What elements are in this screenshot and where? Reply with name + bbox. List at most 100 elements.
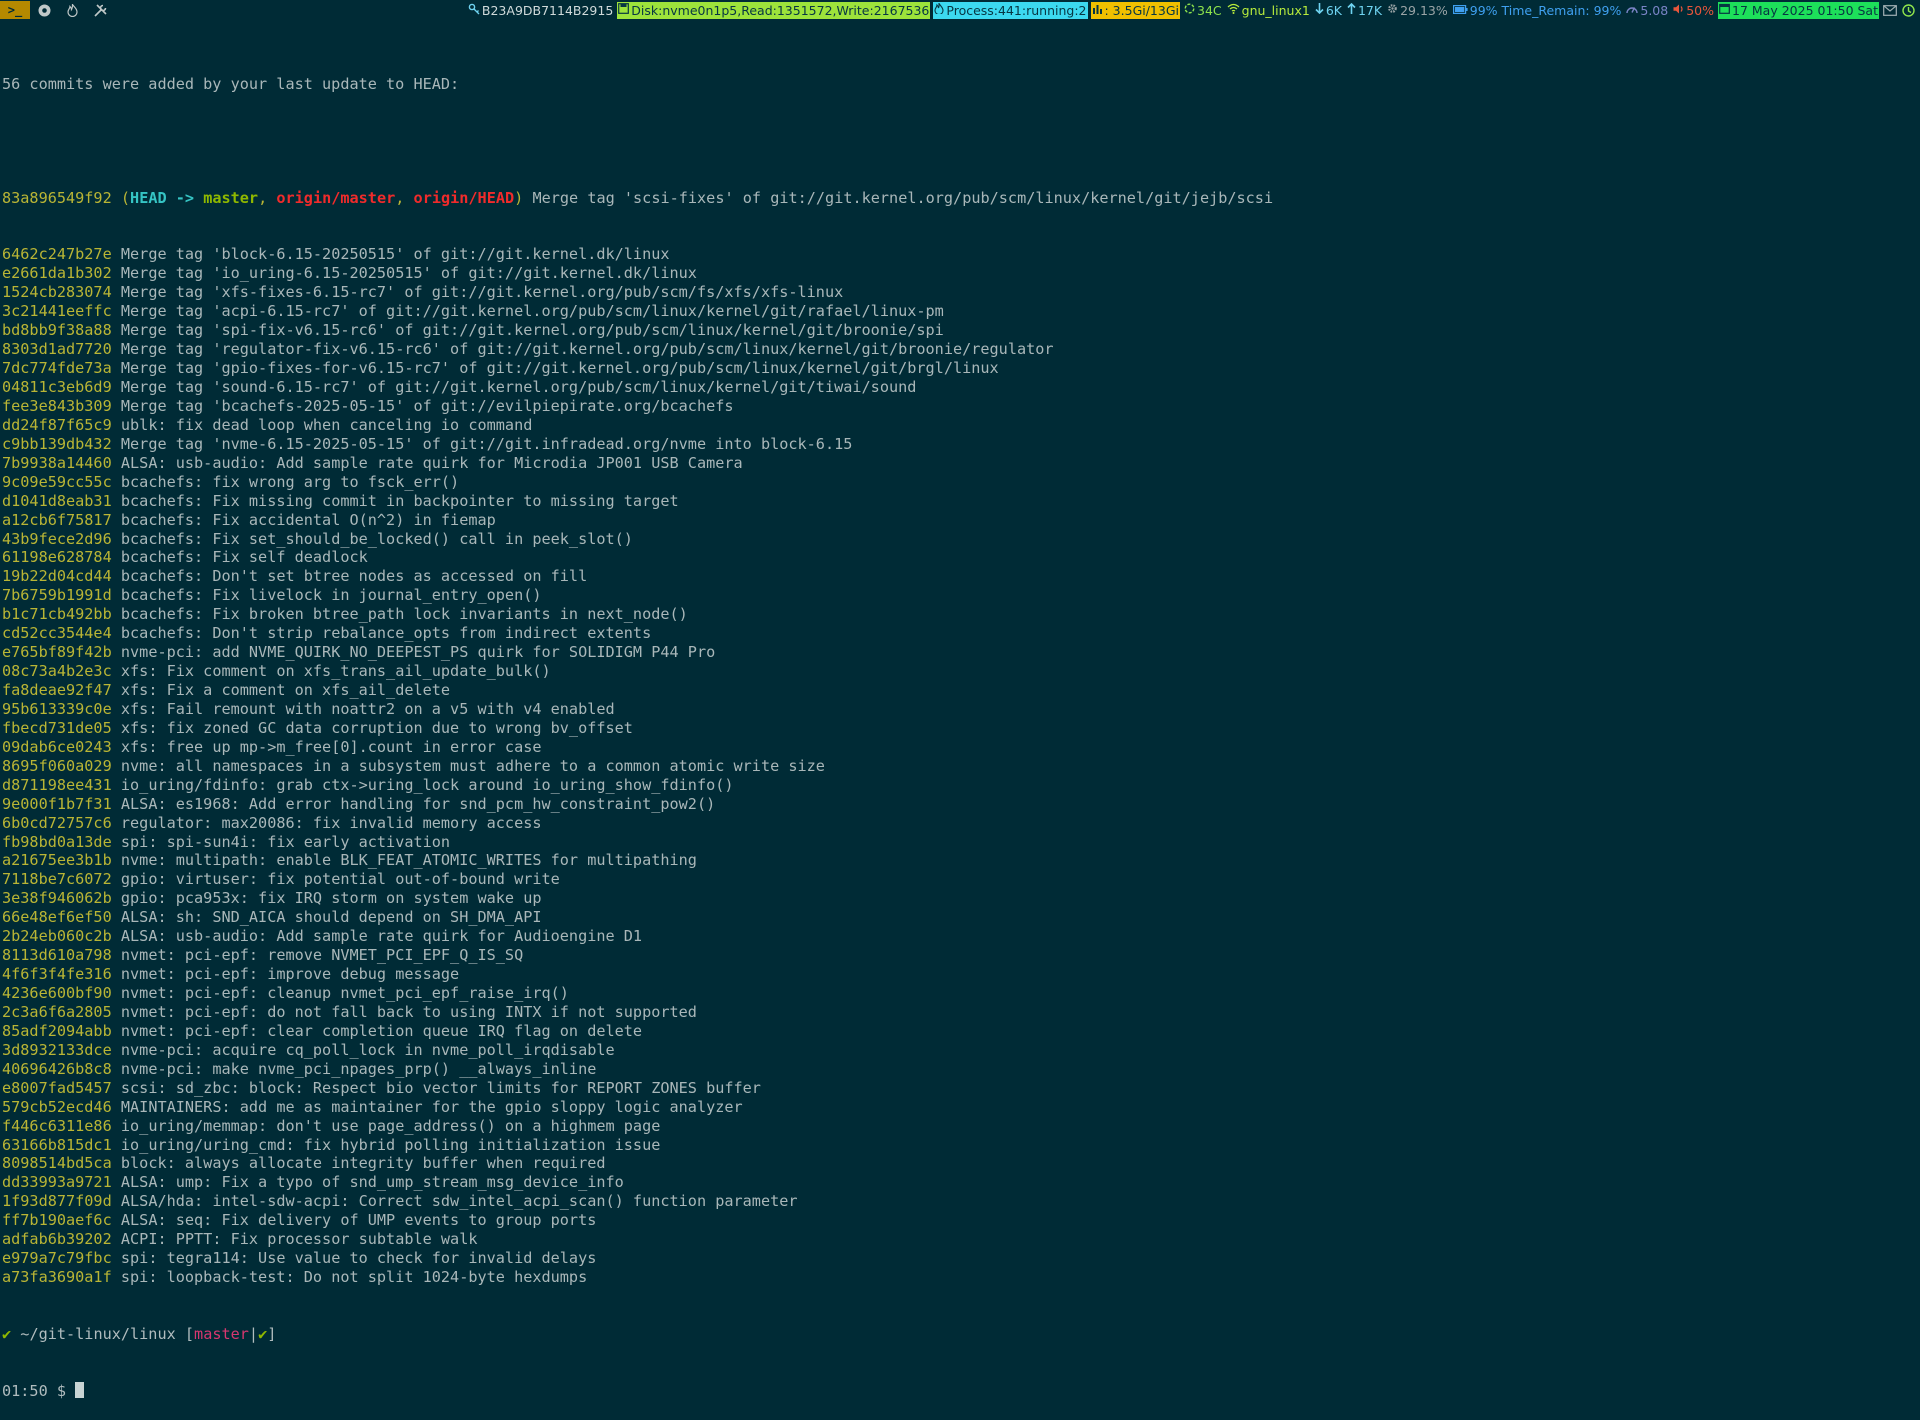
commit-line-head: 83a896549f92 (HEAD -> master, origin/mas… [2, 189, 1912, 208]
commit-hash: 6b0cd72757c6 [2, 813, 112, 832]
terminal-output[interactable]: 56 commits were added by your last updat… [2, 37, 1912, 1420]
commit-line: d1041d8eab31 bcachefs: Fix missing commi… [2, 492, 1912, 511]
commit-message: Merge tag 'xfs-fixes-6.15-rc7' of git://… [120, 283, 844, 302]
commit-hash: dd33993a9721 [2, 1173, 112, 1192]
terminal-icon[interactable]: >_ [0, 1, 30, 19]
commit-line: 63166b815dc1 io_uring/uring_cmd: fix hyb… [2, 1136, 1912, 1155]
commit-message: Merge tag 'io_uring-6.15-20250515' of gi… [120, 264, 697, 283]
commit-line: 1f93d877f09d ALSA/hda: intel-sdw-acpi: C… [2, 1192, 1912, 1211]
commit-message: Merge tag 'acpi-6.15-rc7' of git://git.k… [120, 302, 944, 321]
commit-message: xfs: Fix a comment on xfs_ail_delete [120, 681, 451, 699]
commit-line: adfab6b39202 ACPI: PPTT: Fix processor s… [2, 1230, 1912, 1249]
datetime: 17 May 2025 01:50 Sat [1732, 2, 1878, 18]
commit-hash: e765bf89f42b [2, 643, 112, 662]
commit-hash: 6462c247b27e [2, 245, 112, 264]
commit-message: nvmet: pci-epf: do not fall back to usin… [120, 1002, 697, 1021]
battery-icon [1452, 3, 1468, 17]
commit-message: Merge tag 'nvme-6.15-2025-05-15' of git:… [120, 434, 853, 453]
commit-message: bcachefs: Fix missing commit in backpoin… [120, 491, 679, 510]
commit-message: bcachefs: Fix livelock in journal_entry_… [120, 586, 542, 605]
commit-line: bd8bb9f38a88 Merge tag 'spi-fix-v6.15-rc… [2, 321, 1912, 340]
datetime-segment[interactable]: 17 May 2025 01:50 Sat [1718, 1, 1879, 19]
commit-line: 6b0cd72757c6 regulator: max20086: fix in… [2, 814, 1912, 833]
commit-hash: 8303d1ad7720 [2, 340, 112, 359]
commit-message: regulator: max20086: fix invalid memory … [120, 813, 542, 832]
commit-line: 85adf2094abb nvmet: pci-epf: clear compl… [2, 1022, 1912, 1041]
system-tray-icon[interactable] [1901, 2, 1916, 19]
commit-line: dd33993a9721 ALSA: ump: Fix a typo of sn… [2, 1173, 1912, 1192]
commit-hash: e979a7c79fbc [2, 1249, 112, 1268]
commit-message: nvmet: pci-epf: remove NVMET_PCI_EPF_Q_I… [120, 946, 524, 965]
commit-line: a21675ee3b1b nvme: multipath: enable BLK… [2, 851, 1912, 870]
mail-icon[interactable] [1882, 2, 1898, 19]
commit-message: Merge tag 'gpio-fixes-for-v6.15-rc7' of … [120, 359, 999, 378]
commit-hash: 8113d610a798 [2, 946, 112, 965]
ref-sep: , [258, 188, 277, 207]
flame-icon[interactable] [58, 3, 86, 17]
commit-hash: fb98bd0a13de [2, 832, 112, 851]
commit-line: fa8deae92f47 xfs: Fix a comment on xfs_a… [2, 681, 1912, 700]
commit-hash: 7b6759b1991d [2, 586, 112, 605]
volume-segment[interactable]: 50% [1672, 2, 1715, 19]
commit-message: ublk: fix dead loop when canceling io co… [120, 415, 533, 434]
prompt-time: 01:50 [2, 1381, 48, 1400]
shell-input-line[interactable]: 01:50 $ [2, 1381, 1912, 1401]
commit-line: 9c09e59cc55c bcachefs: fix wrong arg to … [2, 473, 1912, 492]
commit-hash: a12cb6f75817 [2, 510, 112, 529]
battery-segment: 99% Time_Remain: 99% [1452, 2, 1623, 19]
disk-segment: Disk:nvme0n1p5,Read:1351572,Write:216753… [617, 1, 931, 19]
load-average: 5.08 [1640, 2, 1669, 18]
commit-message: bcachefs: Don't set btree nodes as acces… [120, 567, 588, 586]
memory-stats: : 3.5Gi/13Gi [1104, 2, 1180, 18]
commit-message: nvme: all namespaces in a subsystem must… [120, 756, 825, 775]
commit-message: xfs: free up mp->m_free[0].count in erro… [120, 737, 542, 756]
process-stats: Process:441:running:2 [946, 2, 1087, 18]
tools-icon[interactable] [86, 3, 114, 17]
commit-hash: 1524cb283074 [2, 283, 112, 302]
commit-message: scsi: sd_zbc: block: Respect bio vector … [120, 1078, 761, 1097]
commit-line: 6462c247b27e Merge tag 'block-6.15-20250… [2, 245, 1912, 264]
commit-line: f446c6311e86 io_uring/memmap: don't use … [2, 1117, 1912, 1136]
commit-line: e765bf89f42b nvme-pci: add NVME_QUIRK_NO… [2, 643, 1912, 662]
system-id-segment: B23A9DB7114B2915 [467, 2, 614, 19]
process-segment: Process:441:running:2 [933, 1, 1088, 19]
ref-head: HEAD [130, 188, 167, 207]
process-icon [934, 1, 944, 17]
commit-hash: 8695f060a029 [2, 756, 112, 775]
commit-hash: 08c73a4b2e3c [2, 662, 112, 681]
commit-line: 579cb52ecd46 MAINTAINERS: add me as main… [2, 1098, 1912, 1117]
terminal-cursor [75, 1381, 85, 1398]
commit-hash: fbecd731de05 [2, 718, 112, 737]
commit-message: MAINTAINERS: add me as maintainer for th… [120, 1097, 743, 1116]
network-segment: gnu_linux1 [1226, 2, 1311, 19]
gauge-icon [1626, 3, 1639, 17]
commit-line: 40696426b8c8 nvme-pci: make nvme_pci_npa… [2, 1060, 1912, 1079]
commit-hash: c9bb139db432 [2, 434, 112, 453]
commit-line: e2661da1b302 Merge tag 'io_uring-6.15-20… [2, 264, 1912, 283]
calendar-icon [1719, 3, 1730, 17]
commit-line: 2c3a6f6a2805 nvmet: pci-epf: do not fall… [2, 1003, 1912, 1022]
commit-line: 09dab6ce0243 xfs: free up mp->m_free[0].… [2, 738, 1912, 757]
commit-message: Merge tag 'block-6.15-20250515' of git:/… [120, 245, 670, 264]
commit-hash: 1f93d877f09d [2, 1192, 112, 1211]
commit-message: ACPI: PPTT: Fix processor subtable walk [120, 1230, 478, 1249]
commit-hash: 7118be7c6072 [2, 870, 112, 889]
ref-remote-head: origin/HEAD [413, 188, 515, 207]
commit-message: xfs: Fail remount with noattr2 on a v5 w… [120, 699, 615, 718]
commit-line: e979a7c79fbc spi: tegra114: Use value to… [2, 1249, 1912, 1268]
commit-message: nvme-pci: add NVME_QUIRK_NO_DEEPEST_PS q… [120, 643, 716, 662]
commit-line: 4236e600bf90 nvmet: pci-epf: cleanup nvm… [2, 984, 1912, 1003]
commit-line: 7b6759b1991d bcachefs: Fix livelock in j… [2, 586, 1912, 605]
chrome-icon[interactable] [30, 4, 58, 17]
commit-message: nvme: multipath: enable BLK_FEAT_ATOMIC_… [120, 851, 697, 870]
commit-message: Merge tag 'scsi-fixes' of git://git.kern… [532, 188, 1274, 207]
commit-message: ALSA: usb-audio: Add sample rate quirk f… [120, 453, 743, 472]
commit-hash: a73fa3690a1f [2, 1268, 112, 1287]
temperature: 34C [1197, 2, 1222, 18]
commit-message: bcachefs: Don't strip rebalance_opts fro… [120, 624, 652, 643]
commit-hash: cd52cc3544e4 [2, 624, 112, 643]
commit-line: 1524cb283074 Merge tag 'xfs-fixes-6.15-r… [2, 283, 1912, 302]
commit-line: 4f6f3f4fe316 nvmet: pci-epf: improve deb… [2, 965, 1912, 984]
commit-hash: fa8deae92f47 [2, 681, 112, 699]
commit-hash: 7b9938a14460 [2, 453, 112, 472]
